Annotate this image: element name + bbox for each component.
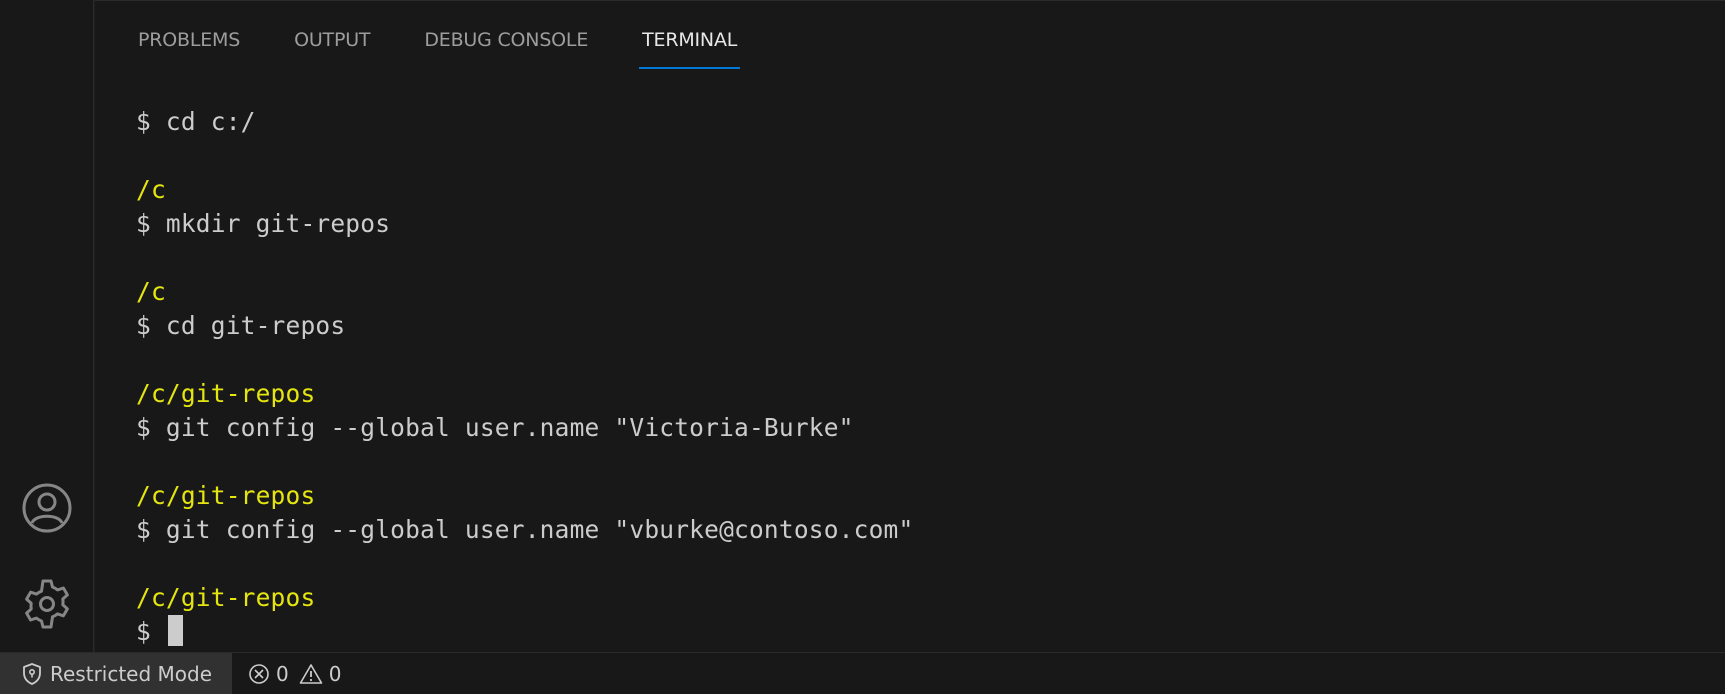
prompt-symbol: $ xyxy=(136,209,151,238)
terminal-line: $ cd c:/ xyxy=(136,105,1696,139)
tab-output[interactable]: OUTPUT xyxy=(291,27,373,67)
command-text: cd c:/ xyxy=(165,107,256,136)
terminal-line: $ cd git-repos xyxy=(136,309,1696,343)
cwd-line: /c xyxy=(136,175,166,204)
error-icon xyxy=(249,663,269,684)
prompt-symbol: $ xyxy=(136,311,151,340)
prompt-symbol: $ xyxy=(136,515,151,544)
terminal-input-line[interactable]: $ xyxy=(136,615,1696,649)
cwd-line: /c/git-repos xyxy=(136,583,316,612)
prompt-symbol: $ xyxy=(136,617,151,646)
warning-count: 0 xyxy=(328,661,342,686)
restricted-mode-button[interactable]: Restricted Mode xyxy=(0,653,233,694)
terminal-line: $ git config --global user.name "Victori… xyxy=(136,411,1696,445)
manage-button[interactable] xyxy=(0,568,94,640)
cwd-line: /c xyxy=(136,277,166,306)
tab-problems[interactable]: PROBLEMS xyxy=(135,27,243,67)
warning-icon xyxy=(299,663,323,684)
prompt-symbol: $ xyxy=(136,107,151,136)
tab-terminal[interactable]: TERMINAL xyxy=(639,27,741,69)
account-icon xyxy=(22,483,72,533)
cwd-line: /c/git-repos xyxy=(136,379,316,408)
command-text: cd git-repos xyxy=(165,311,346,340)
error-count: 0 xyxy=(276,661,289,686)
panel-tabs: PROBLEMS OUTPUT DEBUG CONSOLE TERMINAL xyxy=(135,27,788,69)
terminal-line: $ git config --global user.name "vburke@… xyxy=(136,513,1696,547)
bottom-panel: PROBLEMS OUTPUT DEBUG CONSOLE TERMINAL $… xyxy=(95,0,1725,652)
restricted-mode-label: Restricted Mode xyxy=(50,661,213,686)
shield-icon xyxy=(23,662,41,685)
command-text: mkdir git-repos xyxy=(165,209,391,238)
gear-icon xyxy=(25,579,69,629)
tab-debug-console[interactable]: DEBUG CONSOLE xyxy=(421,27,591,67)
terminal-line: $ mkdir git-repos xyxy=(136,207,1696,241)
command-text: git config --global user.name "vburke@co… xyxy=(165,515,914,544)
activity-bar xyxy=(0,0,94,652)
prompt-symbol: $ xyxy=(136,413,151,442)
status-bar: Restricted Mode 0 0 xyxy=(0,652,1725,694)
problems-indicator[interactable]: 0 0 xyxy=(248,662,351,686)
command-text: git config --global user.name "Victoria-… xyxy=(165,413,854,442)
text-cursor xyxy=(167,615,183,646)
cwd-line: /c/git-repos xyxy=(136,481,316,510)
accounts-button[interactable] xyxy=(0,472,94,544)
terminal-output[interactable]: $ cd c:/ /c $ mkdir git-repos /c $ cd gi… xyxy=(136,105,1696,649)
